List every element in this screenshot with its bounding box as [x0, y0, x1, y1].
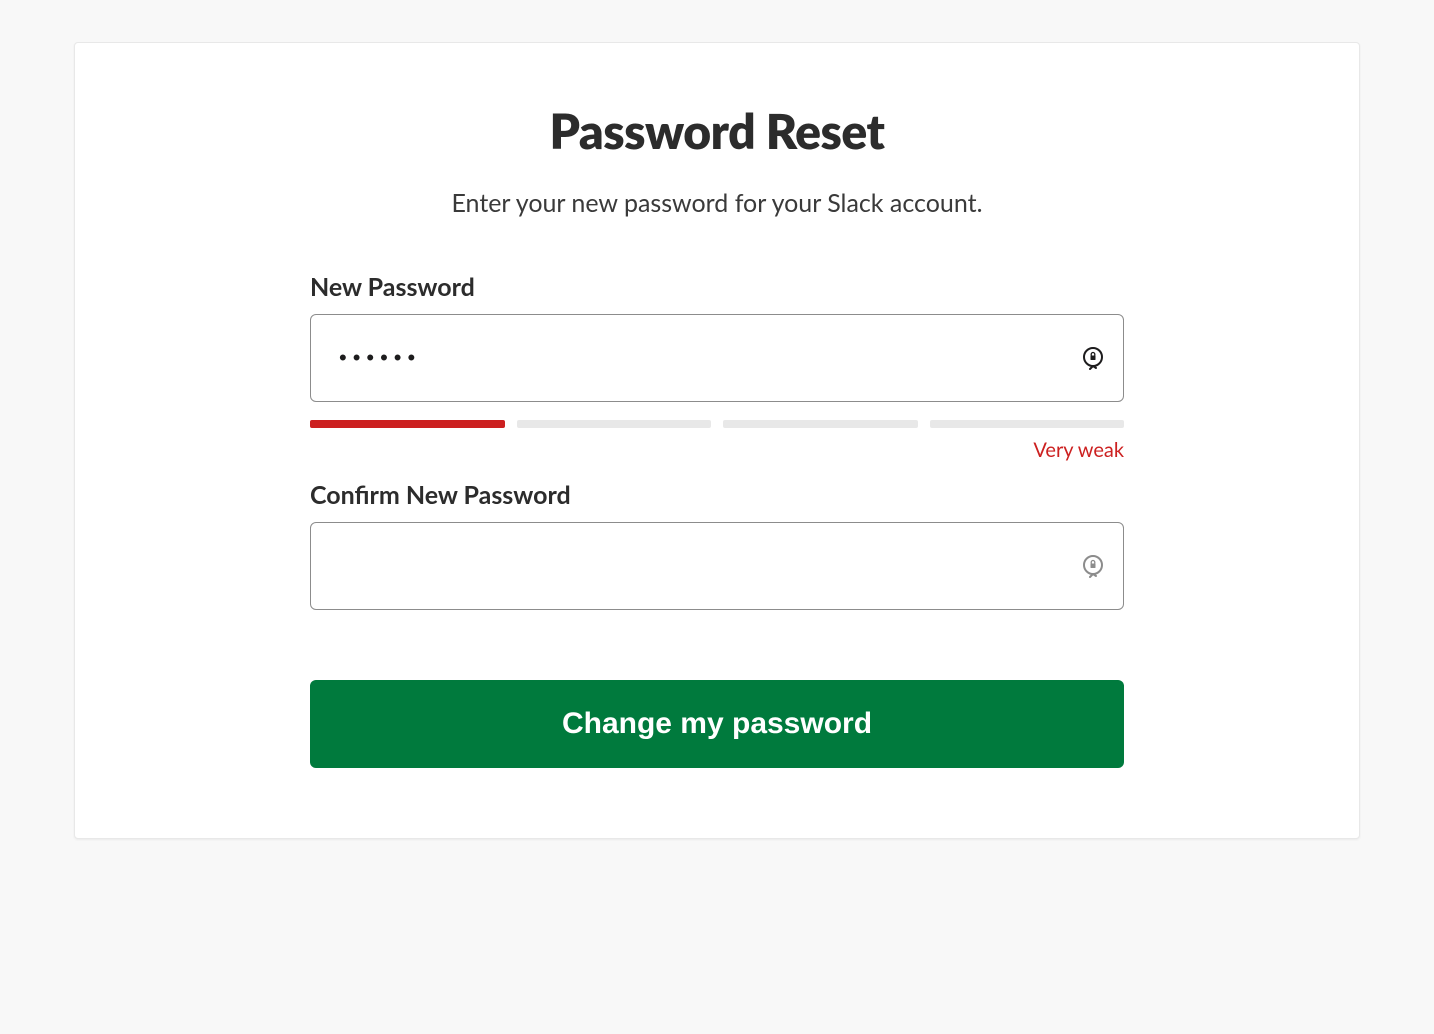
new-password-group: New Password Very weak — [310, 272, 1124, 462]
new-password-label: New Password — [310, 272, 1124, 302]
confirm-password-input[interactable] — [310, 522, 1124, 610]
strength-label: Very weak — [310, 438, 1124, 462]
strength-bar-2 — [517, 420, 712, 428]
page-title: Password Reset — [310, 103, 1124, 160]
lock-rotate-icon[interactable] — [1080, 345, 1106, 371]
strength-bar-4 — [930, 420, 1125, 428]
new-password-wrapper — [310, 314, 1124, 402]
new-password-input[interactable] — [310, 314, 1124, 402]
strength-bars — [310, 420, 1124, 428]
strength-bar-3 — [723, 420, 918, 428]
strength-bar-1 — [310, 420, 505, 428]
confirm-password-wrapper — [310, 522, 1124, 610]
change-password-button[interactable]: Change my password — [310, 680, 1124, 768]
lock-rotate-icon[interactable] — [1080, 553, 1106, 579]
confirm-password-group: Confirm New Password — [310, 480, 1124, 610]
confirm-password-label: Confirm New Password — [310, 480, 1124, 510]
page-subtitle: Enter your new password for your Slack a… — [310, 188, 1124, 218]
password-strength-meter: Very weak — [310, 420, 1124, 462]
password-reset-card: Password Reset Enter your new password f… — [74, 42, 1360, 839]
